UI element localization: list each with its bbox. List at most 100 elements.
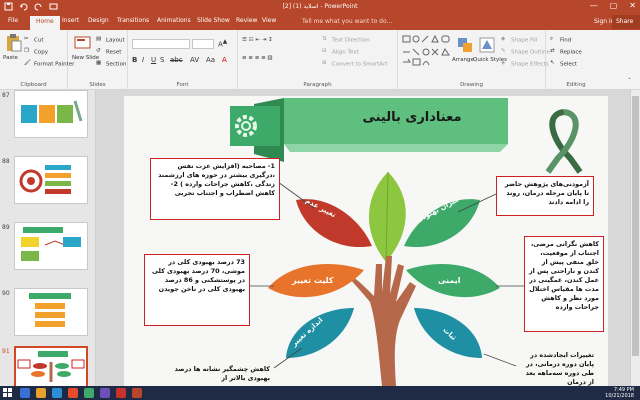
fill-bucket-icon: ◆	[501, 36, 506, 42]
scrollbar-thumb[interactable]	[632, 96, 639, 356]
change-case-icon[interactable]: Aa	[206, 56, 215, 64]
text-direction-button[interactable]: ⇅ Text Direction	[322, 36, 370, 44]
search-icon: ⌕	[550, 36, 554, 42]
tab-view[interactable]: View	[262, 17, 276, 24]
slide-title[interactable]: معناداری بالینی	[322, 110, 502, 125]
char-spacing-icon[interactable]: AV	[190, 56, 199, 64]
arrange-icon[interactable]	[456, 36, 474, 54]
tab-design[interactable]: Design	[88, 17, 109, 24]
font-size-input[interactable]	[192, 39, 214, 49]
minimize-button[interactable]: —	[590, 1, 598, 10]
slide-thumbnail-90[interactable]	[14, 288, 88, 336]
copy-button[interactable]: ❐ Copy	[24, 48, 48, 56]
textbox-mid-left[interactable]: 73 درصد بهبودی کلی در موشی، 70 درصد بهبو…	[144, 254, 250, 326]
tab-home[interactable]: Home	[30, 16, 60, 30]
leaf-label-right-mid[interactable]: ایمنی	[438, 276, 460, 285]
ribbon-tabs: File Home Insert Design Transitions Anim…	[0, 14, 640, 30]
section-button[interactable]: ▦ Section	[96, 60, 126, 68]
paste-icon[interactable]	[4, 34, 22, 52]
tab-animations[interactable]: Animations	[157, 17, 191, 24]
system-clock[interactable]: 7:49 PM 10/21/2018	[605, 387, 634, 399]
tab-slide-show[interactable]: Slide Show	[197, 17, 230, 24]
reset-button[interactable]: ↺ Reset	[96, 48, 121, 56]
shape-outline-button[interactable]: ✎ Shape Outline	[501, 48, 550, 56]
thumbnail-number: 88	[2, 158, 10, 165]
slides-group-label: Slides	[89, 82, 106, 88]
font-color-icon[interactable]: A	[222, 56, 227, 64]
share-button[interactable]: Share	[612, 15, 640, 29]
clock-date: 10/21/2018	[605, 393, 634, 399]
align-text-button[interactable]: ⊟ Align Text	[322, 48, 359, 56]
title-banner-shadow	[284, 144, 508, 152]
textbox-bottom-left[interactable]: کاهش چشمگیر نشانه ها درصد بهبودی بالاتر …	[154, 362, 274, 386]
shape-effects-button[interactable]: ◈ Shape Effects	[501, 60, 549, 68]
new-slide-icon[interactable]	[74, 34, 92, 52]
select-button[interactable]: ↖ Select	[550, 60, 577, 68]
thumbnail-number: 89	[2, 224, 10, 231]
tab-transitions[interactable]: Transitions	[117, 17, 149, 24]
textbox-bottom-right[interactable]: تغییرات ایجادشده در پایان دوره درمانی، د…	[516, 348, 598, 386]
vertical-scrollbar[interactable]	[630, 90, 640, 386]
section-icon: ▦	[96, 60, 102, 66]
title-bar: اسلاید (1) [2] - PowerPoint — ▢ ✕	[0, 0, 640, 14]
quick-styles-icon[interactable]	[478, 36, 496, 54]
align-icons[interactable]: ≡ ≡ ≡ ≡ ▥	[242, 55, 273, 61]
connector-line	[483, 353, 517, 367]
shape-fill-button[interactable]: ◆ Shape Fill	[501, 36, 537, 44]
tab-insert[interactable]: Insert	[62, 17, 79, 24]
shapes-gallery[interactable]	[402, 34, 452, 68]
tab-review[interactable]: Review	[236, 17, 257, 24]
paste-button[interactable]: Paste	[3, 55, 18, 61]
slide-thumbnail-87[interactable]	[14, 90, 88, 138]
text-direction-icon: ⇅	[322, 36, 327, 42]
collapse-ribbon-icon[interactable]: ˄	[628, 78, 631, 84]
app-icon[interactable]	[84, 388, 94, 398]
shadow-button[interactable]: S	[160, 56, 164, 64]
font-name-input[interactable]	[132, 39, 190, 49]
underline-button[interactable]: U	[151, 56, 156, 64]
clipboard-group: Paste ✂ Cut ❐ Copy 🖌 Format Painter Clipboa…	[0, 30, 74, 90]
search-taskbar-icon[interactable]	[20, 388, 30, 398]
slide-thumbnail-89[interactable]	[14, 222, 88, 270]
textbox-top-right[interactable]: آزمودنی‌های پژوهش حاضر تا پایان مرحله در…	[496, 176, 594, 216]
maximize-button[interactable]: ▢	[610, 1, 618, 10]
powerpoint-taskbar-icon[interactable]	[132, 388, 142, 398]
slide[interactable]: معناداری بالینی تغییر عدم میزان بهبودی ک…	[124, 96, 608, 386]
font-group: A▲ B I U S abc AV Aa A Font	[128, 30, 238, 90]
tab-file[interactable]: File	[8, 17, 18, 24]
tell-me-box[interactable]: Tell me what you want to do...	[302, 18, 392, 25]
bold-button[interactable]: B	[132, 56, 137, 64]
layout-button[interactable]: ▤ Layout	[96, 36, 125, 44]
leaf-label-left-mid[interactable]: کلیت تغییر	[292, 276, 333, 285]
effects-icon: ◈	[501, 60, 506, 66]
file-explorer-icon[interactable]	[36, 388, 46, 398]
font-group-label: Font	[176, 82, 189, 88]
smartart-icon: ⊞	[322, 60, 327, 66]
close-button[interactable]: ✕	[629, 1, 636, 10]
italic-button[interactable]: I	[142, 56, 144, 64]
textbox-mid-right[interactable]: کاهش نگرانی مرضی، اجتناب از موقعیت، خلق …	[524, 236, 604, 332]
app-icon[interactable]	[100, 388, 110, 398]
grow-font-icon[interactable]: A▲	[218, 39, 227, 48]
convert-smartart-button[interactable]: ⊞ Convert to SmartArt	[322, 60, 388, 68]
windows-start-icon[interactable]	[3, 388, 13, 398]
slide-thumbnail-88[interactable]	[14, 156, 88, 204]
slide-thumbnail-pane: 87 88 89 90 91	[0, 90, 96, 394]
browser-icon[interactable]	[52, 388, 62, 398]
app-icon[interactable]	[68, 388, 78, 398]
editing-group-label: Editing	[566, 82, 586, 88]
find-button[interactable]: ⌕ Find	[550, 36, 571, 44]
format-painter-button[interactable]: 🖌 Format Painter	[24, 60, 74, 68]
bullets-icon[interactable]: ☰ ☷ ⇤ ⇥ ↕	[242, 37, 273, 43]
ribbon: Paste ✂ Cut ❐ Copy 🖌 Format Painter Clipboa…	[0, 30, 640, 90]
cut-button[interactable]: ✂ Cut	[24, 36, 43, 44]
paragraph-group-label: Paragraph	[303, 82, 332, 88]
thumbnail-number: 91	[2, 348, 10, 355]
paragraph-group: ☰ ☷ ⇤ ⇥ ↕ ≡ ≡ ≡ ≡ ▥ ⇅ Text Direction ⊟ Ali…	[238, 30, 398, 90]
replace-button[interactable]: ⇄ Replace	[550, 48, 582, 56]
window-title: اسلاید (1) [2] - PowerPoint	[282, 3, 358, 10]
textbox-top-left[interactable]: 1- مصاحبه (افزایش عزت نفس ،درگیری بیشتر …	[150, 158, 280, 220]
strikethrough-button[interactable]: abc	[170, 56, 183, 64]
app-icon[interactable]	[116, 388, 126, 398]
arrange-button[interactable]: Arrange	[452, 57, 474, 63]
